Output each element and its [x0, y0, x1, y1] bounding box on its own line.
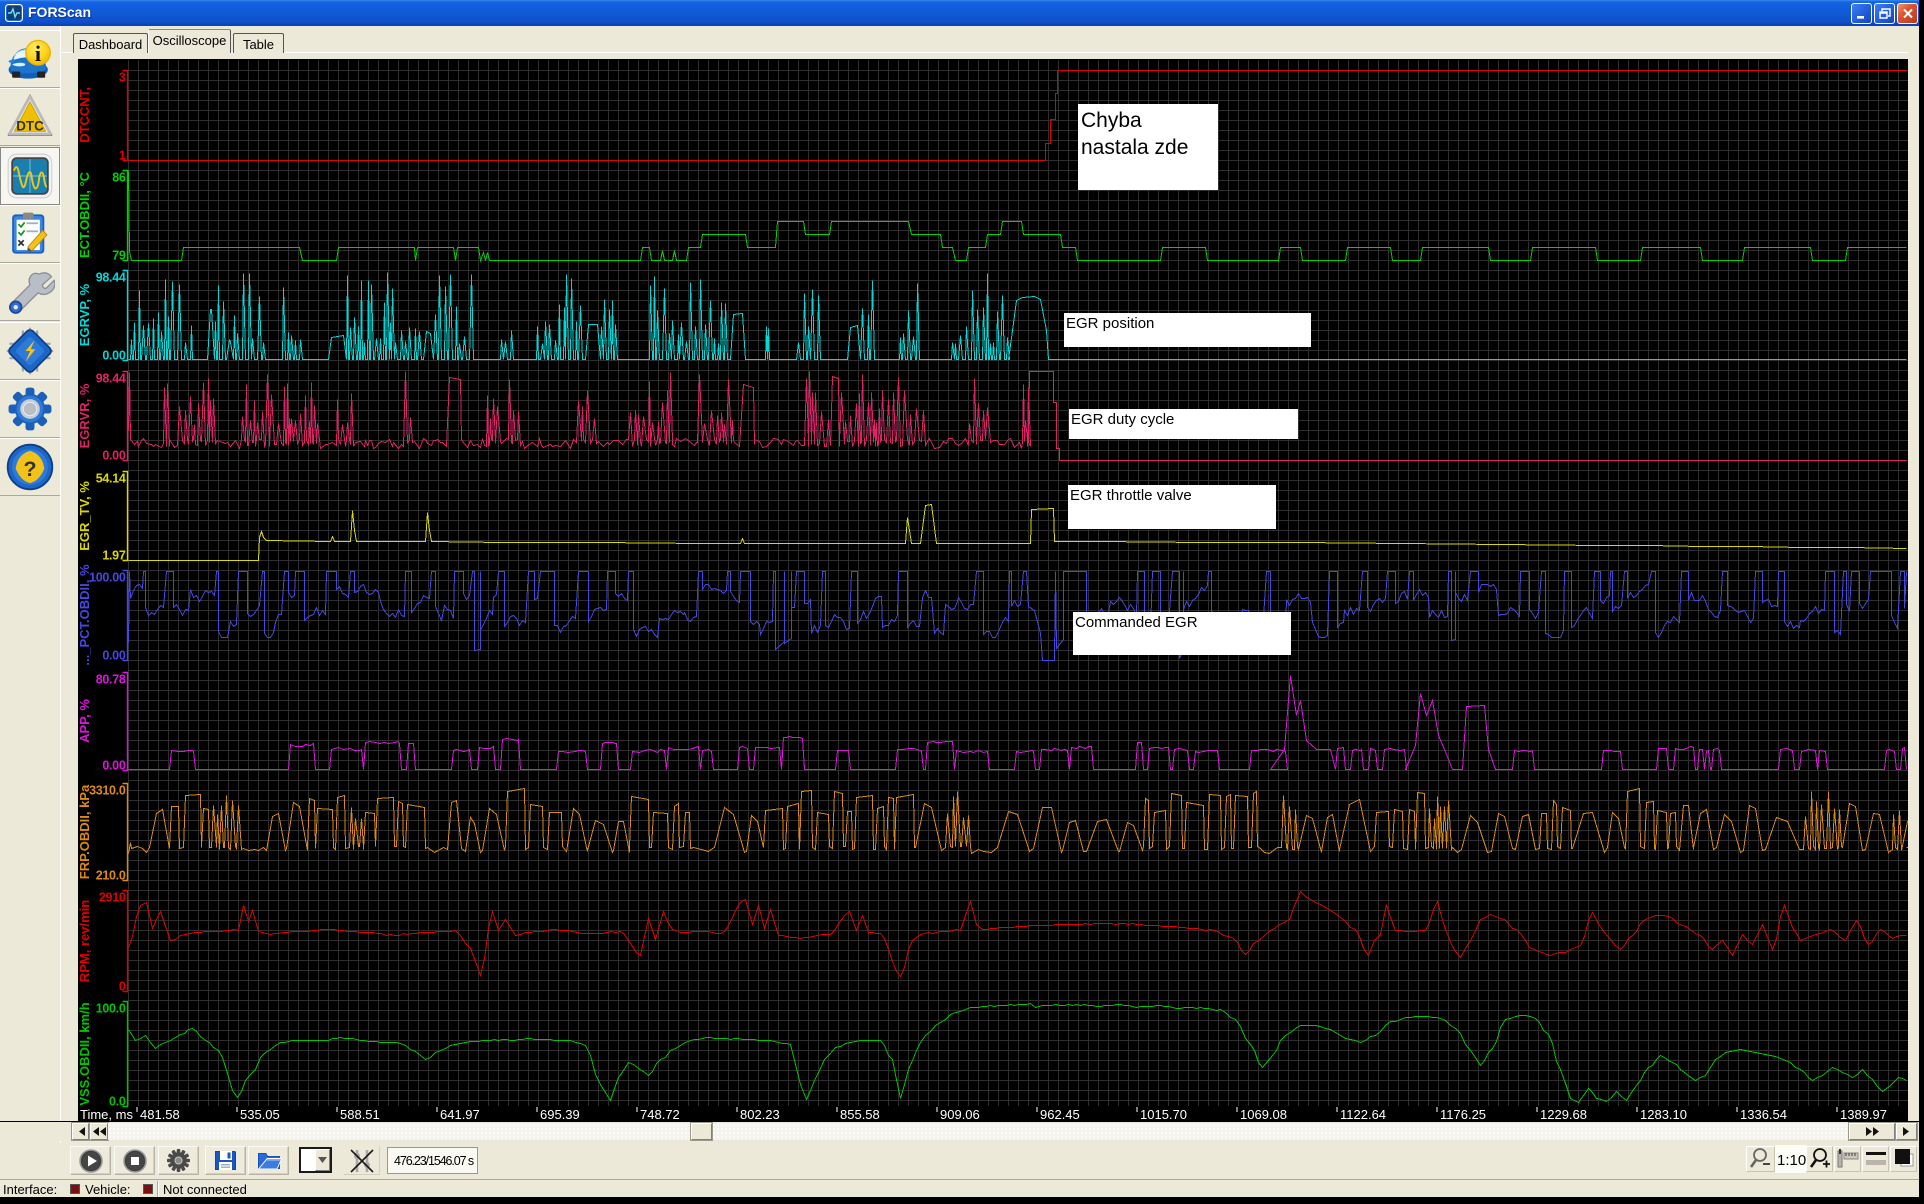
svg-text:80.78: 80.78: [96, 673, 126, 687]
svg-text:1015.70: 1015.70: [1140, 1107, 1187, 1121]
svg-text:0.00: 0.00: [102, 649, 125, 663]
svg-text:1176.25: 1176.25: [1440, 1107, 1486, 1121]
svg-text:0: 0: [119, 980, 126, 994]
svg-text:0.00: 0.00: [102, 449, 125, 463]
svg-text:EGRVR, %: EGRVR, %: [77, 383, 92, 448]
svg-text:1069.08: 1069.08: [1240, 1107, 1287, 1121]
svg-text:ECT.OBDII, °C: ECT.OBDII, °C: [77, 171, 92, 258]
svg-text:535.05: 535.05: [240, 1107, 280, 1121]
svg-text:RPM, rev/min: RPM, rev/min: [77, 900, 92, 982]
svg-text:748.72: 748.72: [640, 1107, 680, 1121]
svg-text:DTC: DTC: [16, 118, 44, 133]
svg-text:3310.0: 3310.0: [89, 784, 126, 798]
svg-text:0.00: 0.00: [102, 349, 125, 363]
svg-text:588.51: 588.51: [340, 1107, 380, 1121]
svg-text:?: ?: [23, 457, 36, 481]
svg-text:EGRVP, %: EGRVP, %: [77, 283, 92, 346]
svg-text:695.39: 695.39: [540, 1107, 580, 1121]
svg-text:1229.68: 1229.68: [1540, 1107, 1587, 1121]
svg-text:VSS.OBDII, km/h: VSS.OBDII, km/h: [77, 1002, 92, 1105]
svg-text:481.58: 481.58: [140, 1107, 180, 1121]
svg-text:98.44: 98.44: [96, 372, 126, 386]
svg-text:909.06: 909.06: [940, 1107, 980, 1121]
svg-text:1336.54: 1336.54: [1740, 1107, 1787, 1121]
svg-text:86: 86: [112, 171, 126, 185]
svg-text:1283.10: 1283.10: [1640, 1107, 1687, 1121]
svg-text:Time, ms: Time, ms: [80, 1107, 133, 1121]
svg-text:100.0: 100.0: [96, 1002, 126, 1016]
svg-text:0.00: 0.00: [102, 759, 125, 773]
svg-text:641.97: 641.97: [440, 1107, 480, 1121]
svg-text:79: 79: [112, 249, 126, 263]
svg-text:APP, %: APP, %: [77, 699, 92, 743]
svg-text:..._PCT.OBDII, %: ..._PCT.OBDII, %: [77, 564, 92, 666]
svg-text:FRP.OBDII, kPa: FRP.OBDII, kPa: [77, 784, 92, 879]
svg-text:855.58: 855.58: [840, 1107, 880, 1121]
svg-text:100.00: 100.00: [89, 571, 126, 585]
svg-text:1122.64: 1122.64: [1340, 1107, 1386, 1121]
svg-text:802.23: 802.23: [740, 1107, 780, 1121]
svg-text:1.97: 1.97: [102, 549, 125, 563]
svg-text:1389.97: 1389.97: [1840, 1107, 1887, 1121]
svg-text:210.0: 210.0: [96, 869, 126, 883]
svg-text:54.14: 54.14: [96, 472, 126, 486]
svg-text:DTCCNT,: DTCCNT,: [77, 87, 92, 143]
svg-text:962.45: 962.45: [1040, 1107, 1080, 1121]
svg-text:3: 3: [119, 71, 126, 85]
svg-text:EGR_TV, %: EGR_TV, %: [77, 481, 92, 551]
svg-text:i: i: [35, 41, 41, 66]
svg-text:2910: 2910: [99, 891, 126, 905]
svg-text:1: 1: [119, 149, 126, 163]
svg-text:98.44: 98.44: [96, 271, 126, 285]
